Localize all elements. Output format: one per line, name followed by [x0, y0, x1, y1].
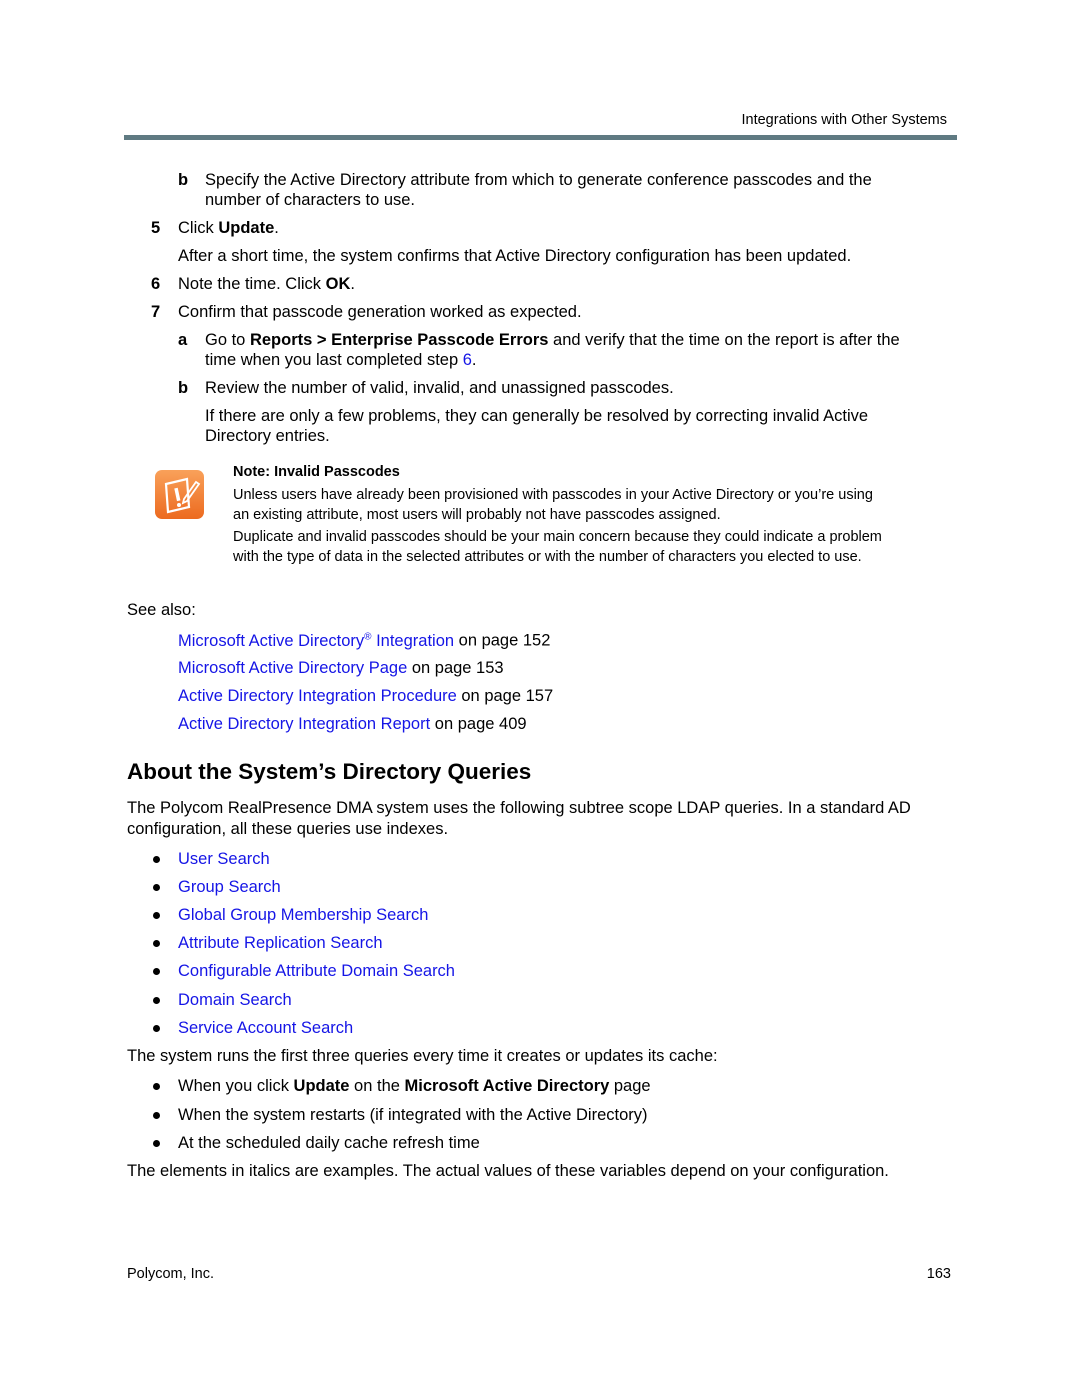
substep-text-cont: time when you last completed step 6.: [205, 351, 477, 369]
bullet-icon: [153, 968, 160, 975]
bullet-icon: [153, 1140, 160, 1147]
step-number: 7: [151, 303, 161, 321]
query-link-configurable-attribute-domain-search[interactable]: Configurable Attribute Domain Search: [178, 962, 455, 981]
section-intro-cont: configuration, all these queries use ind…: [127, 820, 449, 838]
substep-label: b: [178, 379, 189, 397]
ui-term: Update: [218, 219, 275, 237]
note-text: Unless users have already been provision…: [233, 487, 873, 503]
step-detail: After a short time, the system confirms …: [178, 247, 852, 265]
bullet-icon: [153, 1112, 160, 1119]
query-link-global-group-membership-search[interactable]: Global Group Membership Search: [178, 906, 428, 925]
ui-path: Reports > Enterprise Passcode Errors: [249, 331, 549, 349]
query-link-user-search[interactable]: User Search: [178, 850, 270, 869]
closing-paragraph: The elements in italics are examples. Th…: [127, 1162, 889, 1180]
cache-item: At the scheduled daily cache refresh tim…: [178, 1134, 480, 1152]
footer-page-number: 163: [926, 1266, 951, 1282]
query-link-group-search[interactable]: Group Search: [178, 878, 281, 897]
query-link-domain-search[interactable]: Domain Search: [178, 991, 292, 1010]
bullet-icon: [153, 997, 160, 1004]
see-also-link[interactable]: Active Directory Integration Report: [178, 715, 430, 733]
step-number: 5: [151, 219, 161, 237]
ui-term: OK: [325, 275, 351, 293]
see-also-item: Active Directory Integration Procedure o…: [178, 687, 554, 705]
bullet-icon: [153, 940, 160, 947]
query-link-attribute-replication-search[interactable]: Attribute Replication Search: [178, 934, 383, 953]
footer-company: Polycom, Inc.: [127, 1266, 215, 1282]
step-text: Click Update.: [178, 219, 279, 237]
see-also-label: See also:: [127, 601, 196, 619]
cache-intro: The system runs the first three queries …: [127, 1047, 718, 1065]
cache-item: When you click Update on the Microsoft A…: [178, 1077, 651, 1095]
see-also-item: Microsoft Active Directory Page on page …: [178, 659, 504, 677]
note-warning-icon: [154, 469, 205, 520]
substep-text: Go to Reports > Enterprise Passcode Erro…: [205, 331, 900, 349]
cache-item: When the system restarts (if integrated …: [178, 1106, 648, 1124]
bullet-icon: [153, 1083, 160, 1090]
step-6-link[interactable]: 6: [463, 351, 472, 369]
see-also-link[interactable]: Microsoft Active Directory® Integration: [178, 631, 454, 650]
note-text-cont: an existing attribute, most users will p…: [233, 507, 721, 523]
bullet-icon: [153, 1025, 160, 1032]
bullet-icon: [153, 856, 160, 863]
section-intro: The Polycom RealPresence DMA system uses…: [127, 799, 911, 817]
see-also-item: Microsoft Active Directory® Integration …: [178, 631, 551, 650]
substep-detail: If there are only a few problems, they c…: [205, 407, 869, 425]
header-rule: [124, 135, 957, 140]
step-number: 6: [151, 275, 161, 293]
substep-label: a: [178, 331, 188, 349]
step-text: Note the time. Click OK.: [178, 275, 355, 293]
bullet-icon: [153, 912, 160, 919]
see-also-link[interactable]: Microsoft Active Directory Page: [178, 659, 407, 677]
section-heading: About the System’s Directory Queries: [127, 759, 532, 784]
note-text-cont: with the type of data in the selected at…: [233, 549, 862, 565]
substep-text-cont: number of characters to use.: [205, 191, 416, 209]
bullet-icon: [153, 884, 160, 891]
running-header: Integrations with Other Systems: [741, 112, 948, 128]
substep-label: b: [178, 171, 189, 189]
substep-detail-cont: Directory entries.: [205, 427, 330, 445]
query-link-service-account-search[interactable]: Service Account Search: [178, 1019, 353, 1038]
see-also-item: Active Directory Integration Report on p…: [178, 715, 527, 733]
substep-text: Review the number of valid, invalid, and…: [205, 379, 674, 397]
substep-text: Specify the Active Directory attribute f…: [205, 171, 872, 189]
note-text: Duplicate and invalid passcodes should b…: [233, 529, 882, 545]
step-text: Confirm that passcode generation worked …: [178, 303, 582, 321]
note-title: Note: Invalid Passcodes: [233, 464, 400, 480]
see-also-link[interactable]: Active Directory Integration Procedure: [178, 687, 457, 705]
